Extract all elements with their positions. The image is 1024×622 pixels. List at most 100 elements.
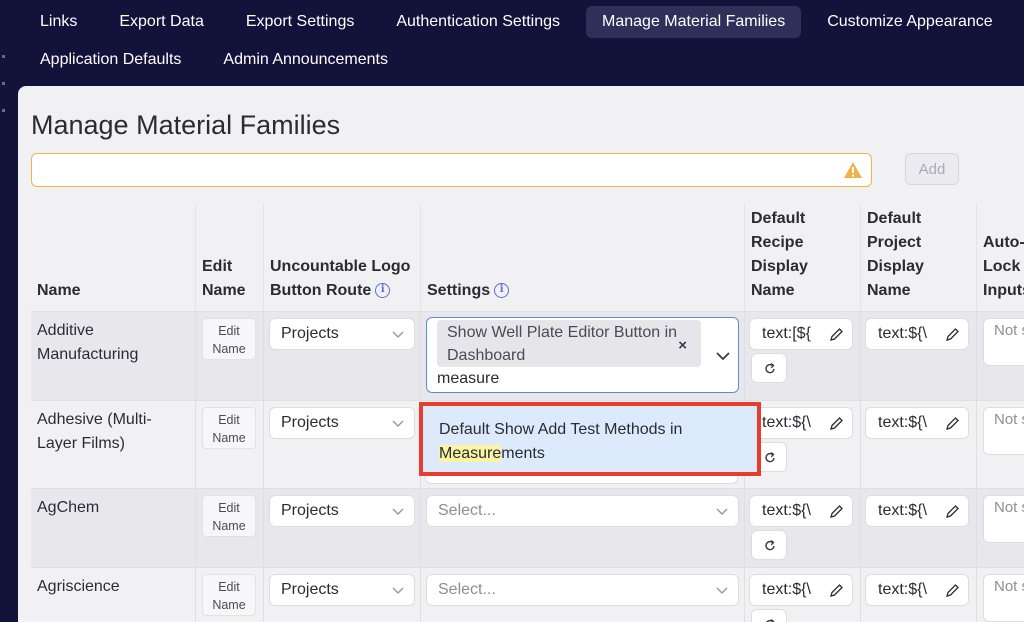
- selected-setting-chip: Show Well Plate Editor Button in Dashboa…: [437, 320, 701, 367]
- nav-links[interactable]: Links: [24, 6, 93, 38]
- settings-select[interactable]: Select...: [426, 495, 739, 527]
- reset-icon: [765, 362, 775, 374]
- info-icon[interactable]: i: [494, 283, 510, 299]
- chevron-down-icon: [716, 587, 728, 595]
- reset-icon: [765, 451, 775, 463]
- project-display-value: text:${\: [878, 581, 927, 598]
- pencil-icon: [946, 584, 959, 597]
- header-name-label: Name: [37, 282, 81, 299]
- project-display-button[interactable]: text:${\: [865, 407, 969, 439]
- table-row: Additive Manufacturing Edit Name Project…: [31, 311, 1024, 400]
- header-settings: Settings i: [421, 204, 745, 311]
- nav-authentication-settings[interactable]: Authentication Settings: [380, 6, 576, 38]
- selected-value: Projects: [281, 502, 339, 519]
- add-button[interactable]: Add: [905, 153, 959, 185]
- reset-button[interactable]: [751, 530, 787, 560]
- project-display-button[interactable]: text:${\: [865, 495, 969, 527]
- edit-name-button[interactable]: Edit Name: [202, 407, 256, 449]
- recipe-display-button[interactable]: text:${\: [749, 574, 853, 606]
- recipe-display-button[interactable]: text:${\: [749, 495, 853, 527]
- selected-value: Projects: [281, 325, 339, 342]
- reset-icon: [766, 618, 775, 622]
- recipe-display-value: text:${\: [762, 581, 811, 598]
- recipe-display-value: text:[${: [762, 325, 811, 342]
- header-auto-lock: Auto-Lock Inputs: [977, 204, 1024, 311]
- family-name: Additive Manufacturing: [37, 322, 139, 363]
- pencil-icon: [830, 584, 843, 597]
- info-icon[interactable]: i: [375, 283, 391, 299]
- logo-route-select[interactable]: Projects: [269, 574, 415, 606]
- header-settings-label: Settings: [427, 282, 491, 299]
- table-row: Agriscience Edit Name Projects Select...…: [31, 567, 1024, 622]
- settings-placeholder: Select...: [438, 581, 496, 598]
- recipe-display-button[interactable]: text:${\: [749, 407, 853, 439]
- chevron-down-icon[interactable]: [716, 349, 730, 363]
- close-icon[interactable]: ×: [678, 334, 687, 357]
- pencil-icon: [946, 417, 959, 430]
- chevron-down-icon: [392, 587, 404, 595]
- edit-name-button[interactable]: Edit Name: [202, 318, 256, 360]
- pencil-icon: [830, 417, 843, 430]
- option-match-highlight: Measure: [439, 445, 502, 462]
- settings-select[interactable]: Select...: [426, 574, 739, 606]
- option-prefix: Default Show Add Test Methods in: [439, 421, 683, 438]
- pencil-icon: [830, 505, 843, 518]
- pencil-icon: [946, 328, 959, 341]
- family-name: Adhesive (Multi-Layer Films): [37, 411, 152, 452]
- nav-customize-appearance[interactable]: Customize Appearance: [811, 6, 1008, 38]
- auto-lock-select[interactable]: Not set: [983, 495, 1024, 543]
- dropdown-option[interactable]: Default Show Add Test Methods in Measure…: [439, 418, 739, 466]
- warning-icon: [844, 162, 862, 178]
- header-name: Name: [31, 204, 196, 311]
- reset-button[interactable]: [751, 609, 787, 622]
- page-title: Manage Material Families: [31, 110, 341, 140]
- recipe-display-button[interactable]: text:[${: [749, 318, 853, 350]
- pencil-icon: [830, 328, 843, 341]
- header-project-display: Default Project Display Name: [861, 204, 977, 311]
- edit-name-button[interactable]: Edit Name: [202, 574, 256, 616]
- chevron-down-icon: [392, 331, 404, 339]
- header-auto-lock-label: Auto-Lock Inputs: [983, 234, 1024, 299]
- pencil-icon: [946, 505, 959, 518]
- nav-row-secondary: Application Defaults Admin Announcements: [24, 44, 414, 76]
- logo-route-select[interactable]: Projects: [269, 495, 415, 527]
- auto-lock-select[interactable]: Not set: [983, 574, 1024, 622]
- header-project-display-label: Default Project Display Name: [867, 210, 924, 299]
- project-display-button[interactable]: text:${\: [865, 318, 969, 350]
- nav-export-settings[interactable]: Export Settings: [230, 6, 371, 38]
- nav-application-defaults[interactable]: Application Defaults: [24, 44, 197, 76]
- project-display-value: text:${\: [878, 414, 927, 431]
- auto-lock-select[interactable]: Not set: [983, 318, 1024, 366]
- nav-row-primary: Links Export Data Export Settings Authen…: [24, 6, 1019, 38]
- logo-route-select[interactable]: Projects: [269, 318, 415, 350]
- nav-admin-announcements[interactable]: Admin Announcements: [207, 44, 404, 76]
- nav-export-data[interactable]: Export Data: [103, 6, 219, 38]
- new-family-name-input[interactable]: [31, 153, 872, 187]
- auto-lock-select[interactable]: Not set: [983, 407, 1024, 455]
- family-name: AgChem: [37, 499, 100, 516]
- chevron-down-icon: [392, 508, 404, 516]
- edge-marker: [2, 109, 5, 112]
- header-edit-name-label: Edit Name: [202, 258, 246, 299]
- settings-search-input[interactable]: measure: [437, 370, 499, 388]
- recipe-display-value: text:${\: [762, 414, 811, 431]
- project-display-button[interactable]: text:${\: [865, 574, 969, 606]
- family-name: Agriscience: [37, 578, 120, 595]
- reset-icon: [765, 539, 775, 551]
- selected-value: Projects: [281, 581, 339, 598]
- project-display-value: text:${\: [878, 325, 927, 342]
- content-panel: Manage Material Families Add Name Edit N…: [18, 86, 1024, 622]
- selected-value: Projects: [281, 414, 339, 431]
- header-recipe-display: Default Recipe Display Name: [745, 204, 861, 311]
- nav-manage-material-families[interactable]: Manage Material Families: [586, 6, 802, 38]
- settings-multiselect[interactable]: Show Well Plate Editor Button in Dashboa…: [426, 317, 739, 393]
- reset-button[interactable]: [751, 353, 787, 383]
- project-display-value: text:${\: [878, 502, 927, 519]
- option-suffix: ments: [501, 445, 545, 462]
- settings-dropdown-menu: Default Show Add Test Methods in Measure…: [419, 402, 761, 476]
- admin-nav: Links Export Data Export Settings Authen…: [0, 0, 1024, 84]
- edit-name-button[interactable]: Edit Name: [202, 495, 256, 537]
- chevron-down-icon: [392, 420, 404, 428]
- header-recipe-display-label: Default Recipe Display Name: [751, 210, 808, 299]
- logo-route-select[interactable]: Projects: [269, 407, 415, 439]
